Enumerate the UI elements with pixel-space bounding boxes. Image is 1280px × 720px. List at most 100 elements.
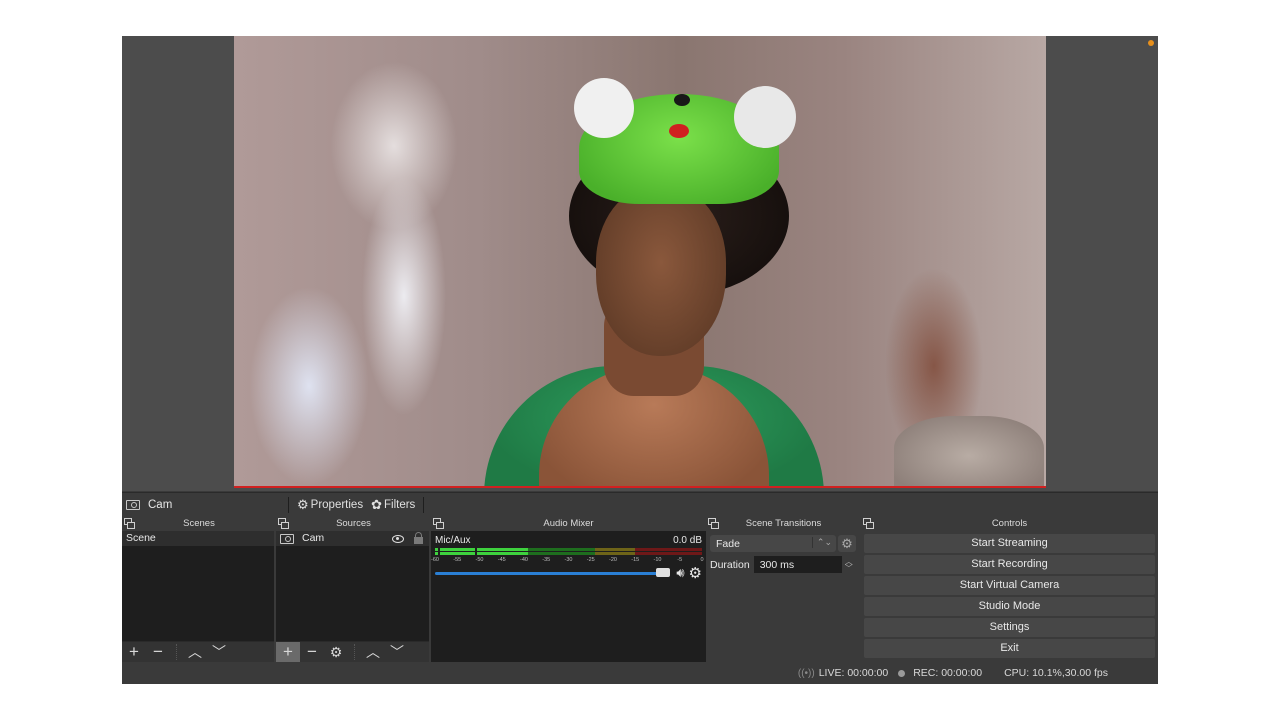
start-recording-button[interactable]: Start Recording: [864, 555, 1155, 574]
meter-tick-label: -40: [520, 557, 528, 563]
duration-value: 300 ms: [759, 558, 795, 571]
undock-icon[interactable]: [278, 518, 289, 529]
audio-mixer-dock: Audio Mixer Mic/Aux 0.0 dB -60 -55 -50 -…: [431, 516, 706, 662]
controls-dock: Controls Start Streaming Start Recording…: [861, 516, 1158, 662]
context-source: Cam: [122, 499, 284, 511]
source-context-bar: Cam ⚙ Properties ✿ Filters: [122, 492, 1158, 516]
add-source-button[interactable]: +: [276, 642, 300, 662]
source-item[interactable]: Cam: [276, 531, 429, 546]
cpu-fps: CPU: 10.1%,30.00 fps: [1004, 667, 1108, 679]
background-cloth: [894, 416, 1044, 486]
properties-label: Properties: [310, 498, 364, 511]
visibility-eye-icon[interactable]: [392, 534, 404, 543]
scenes-dock-title: Scenes: [122, 516, 276, 531]
move-source-up-button[interactable]: ︿: [361, 642, 385, 662]
meter-tick-label: -30: [564, 557, 573, 563]
scenes-toolbar: + − ︿ ﹀: [122, 641, 274, 662]
meter-tick-label: -55: [453, 557, 462, 563]
meter-tick-label: -20: [609, 557, 617, 563]
undock-icon[interactable]: [708, 518, 719, 529]
meter-tick-label: -60: [431, 557, 439, 563]
move-source-down-button[interactable]: ﹀: [385, 642, 409, 662]
volume-slider[interactable]: [435, 567, 671, 577]
undock-icon[interactable]: [433, 518, 444, 529]
source-properties-button[interactable]: ⚙: [324, 642, 348, 662]
volume-slider-handle[interactable]: [656, 567, 671, 577]
sources-dock: Sources Cam + − ⚙ ︿ ﹀: [276, 516, 431, 662]
meter-tick-label: -50: [475, 557, 484, 563]
meter-bar-right: [435, 552, 702, 555]
duration-label: Duration: [710, 558, 750, 571]
volume-row: 🔊︎ ⚙: [435, 564, 702, 582]
live-status: ((•)) LIVE: 00:00:00: [798, 667, 888, 679]
mixer-channel-mic-aux: Mic/Aux 0.0 dB -60 -55 -50 -45 -40 -35 -…: [431, 531, 706, 662]
mixer-settings-gear-icon[interactable]: ⚙: [689, 564, 702, 582]
camera-icon: [126, 499, 140, 510]
duration-stepper[interactable]: ︿ ﹀: [845, 557, 853, 572]
remove-source-button[interactable]: −: [300, 642, 324, 662]
controls-dock-title: Controls: [861, 516, 1158, 531]
context-source-name: Cam: [148, 498, 173, 511]
meter-tick-label: -35: [542, 557, 551, 563]
source-item-controls: [392, 531, 429, 544]
meter-bar-left: [435, 548, 702, 551]
sources-list[interactable]: Cam: [276, 531, 429, 641]
meter-tick-label: -15: [631, 557, 640, 563]
toolbar-divider: [176, 644, 177, 660]
source-item-label: Cam: [302, 532, 325, 544]
scene-transitions-dock: Scene Transitions Fade ⌃⌄ ⚙ Duration 300…: [706, 516, 861, 662]
hat-eye: [674, 94, 690, 106]
webcam-preview-image[interactable]: [234, 36, 1046, 488]
obs-main-window: Cam ⚙ Properties ✿ Filters Scenes Scene …: [122, 36, 1158, 684]
filters-button[interactable]: ✿ Filters: [367, 497, 419, 513]
undock-icon[interactable]: [124, 518, 135, 529]
add-scene-button[interactable]: +: [122, 642, 146, 662]
filters-icon: ✿: [371, 496, 382, 512]
exit-button[interactable]: Exit: [864, 639, 1155, 658]
scenes-dock: Scenes Scene + − ︿ ﹀: [122, 516, 276, 662]
audio-mixer-title: Audio Mixer: [543, 518, 594, 529]
divider: [423, 496, 425, 513]
toolbar-divider: [354, 644, 355, 660]
start-virtual-camera-button[interactable]: Start Virtual Camera: [864, 576, 1155, 595]
audio-mixer-dock-title: Audio Mixer: [431, 516, 706, 531]
move-scene-down-button[interactable]: ﹀: [207, 642, 231, 662]
transitions-body: Fade ⌃⌄ ⚙ Duration 300 ms ︿ ﹀: [706, 531, 861, 573]
transition-settings-gear-icon[interactable]: ⚙: [838, 535, 856, 552]
undock-icon[interactable]: [863, 518, 874, 529]
scenes-title: Scenes: [183, 518, 215, 529]
gear-icon: ⚙: [297, 496, 309, 512]
scene-transitions-title: Scene Transitions: [745, 518, 822, 529]
meter-tick-label: 0: [700, 557, 704, 563]
sources-dock-title: Sources: [276, 516, 431, 531]
person-face: [596, 186, 726, 356]
hat-nose: [669, 124, 689, 138]
background-light: [249, 286, 369, 486]
meter-tick-label: -45: [497, 557, 506, 563]
duration-input[interactable]: 300 ms: [753, 556, 842, 573]
speaker-mute-icon[interactable]: 🔊︎: [676, 565, 684, 581]
scene-item[interactable]: Scene: [122, 531, 274, 546]
camera-icon: [280, 533, 294, 544]
scenes-list[interactable]: Scene: [122, 531, 274, 641]
move-scene-up-button[interactable]: ︿: [183, 642, 207, 662]
record-dot-icon: [898, 669, 906, 677]
rec-timer: REC: 00:00:00: [913, 667, 983, 679]
channel-level: 0.0 dB: [673, 535, 702, 546]
preview-canvas[interactable]: [122, 36, 1158, 491]
remove-scene-button[interactable]: −: [146, 642, 170, 662]
filters-label: Filters: [383, 498, 416, 511]
unlocked-lock-icon[interactable]: [414, 531, 423, 544]
transition-select[interactable]: Fade ⌃⌄: [710, 535, 836, 552]
settings-button[interactable]: Settings: [864, 618, 1155, 637]
meter-tick-label: -10: [653, 557, 662, 563]
start-streaming-button[interactable]: Start Streaming: [864, 534, 1155, 553]
properties-button[interactable]: ⚙ Properties: [293, 497, 367, 513]
chevron-updown-icon: ⌃⌄: [811, 537, 832, 548]
rec-status: REC: 00:00:00: [898, 667, 982, 679]
scene-item-label: Scene: [126, 532, 156, 544]
cpu-status: CPU: 10.1%,30.00 fps: [1004, 667, 1108, 679]
broadcast-icon: ((•)): [797, 667, 815, 679]
live-timer: LIVE: 00:00:00: [818, 667, 889, 679]
studio-mode-button[interactable]: Studio Mode: [864, 597, 1155, 616]
